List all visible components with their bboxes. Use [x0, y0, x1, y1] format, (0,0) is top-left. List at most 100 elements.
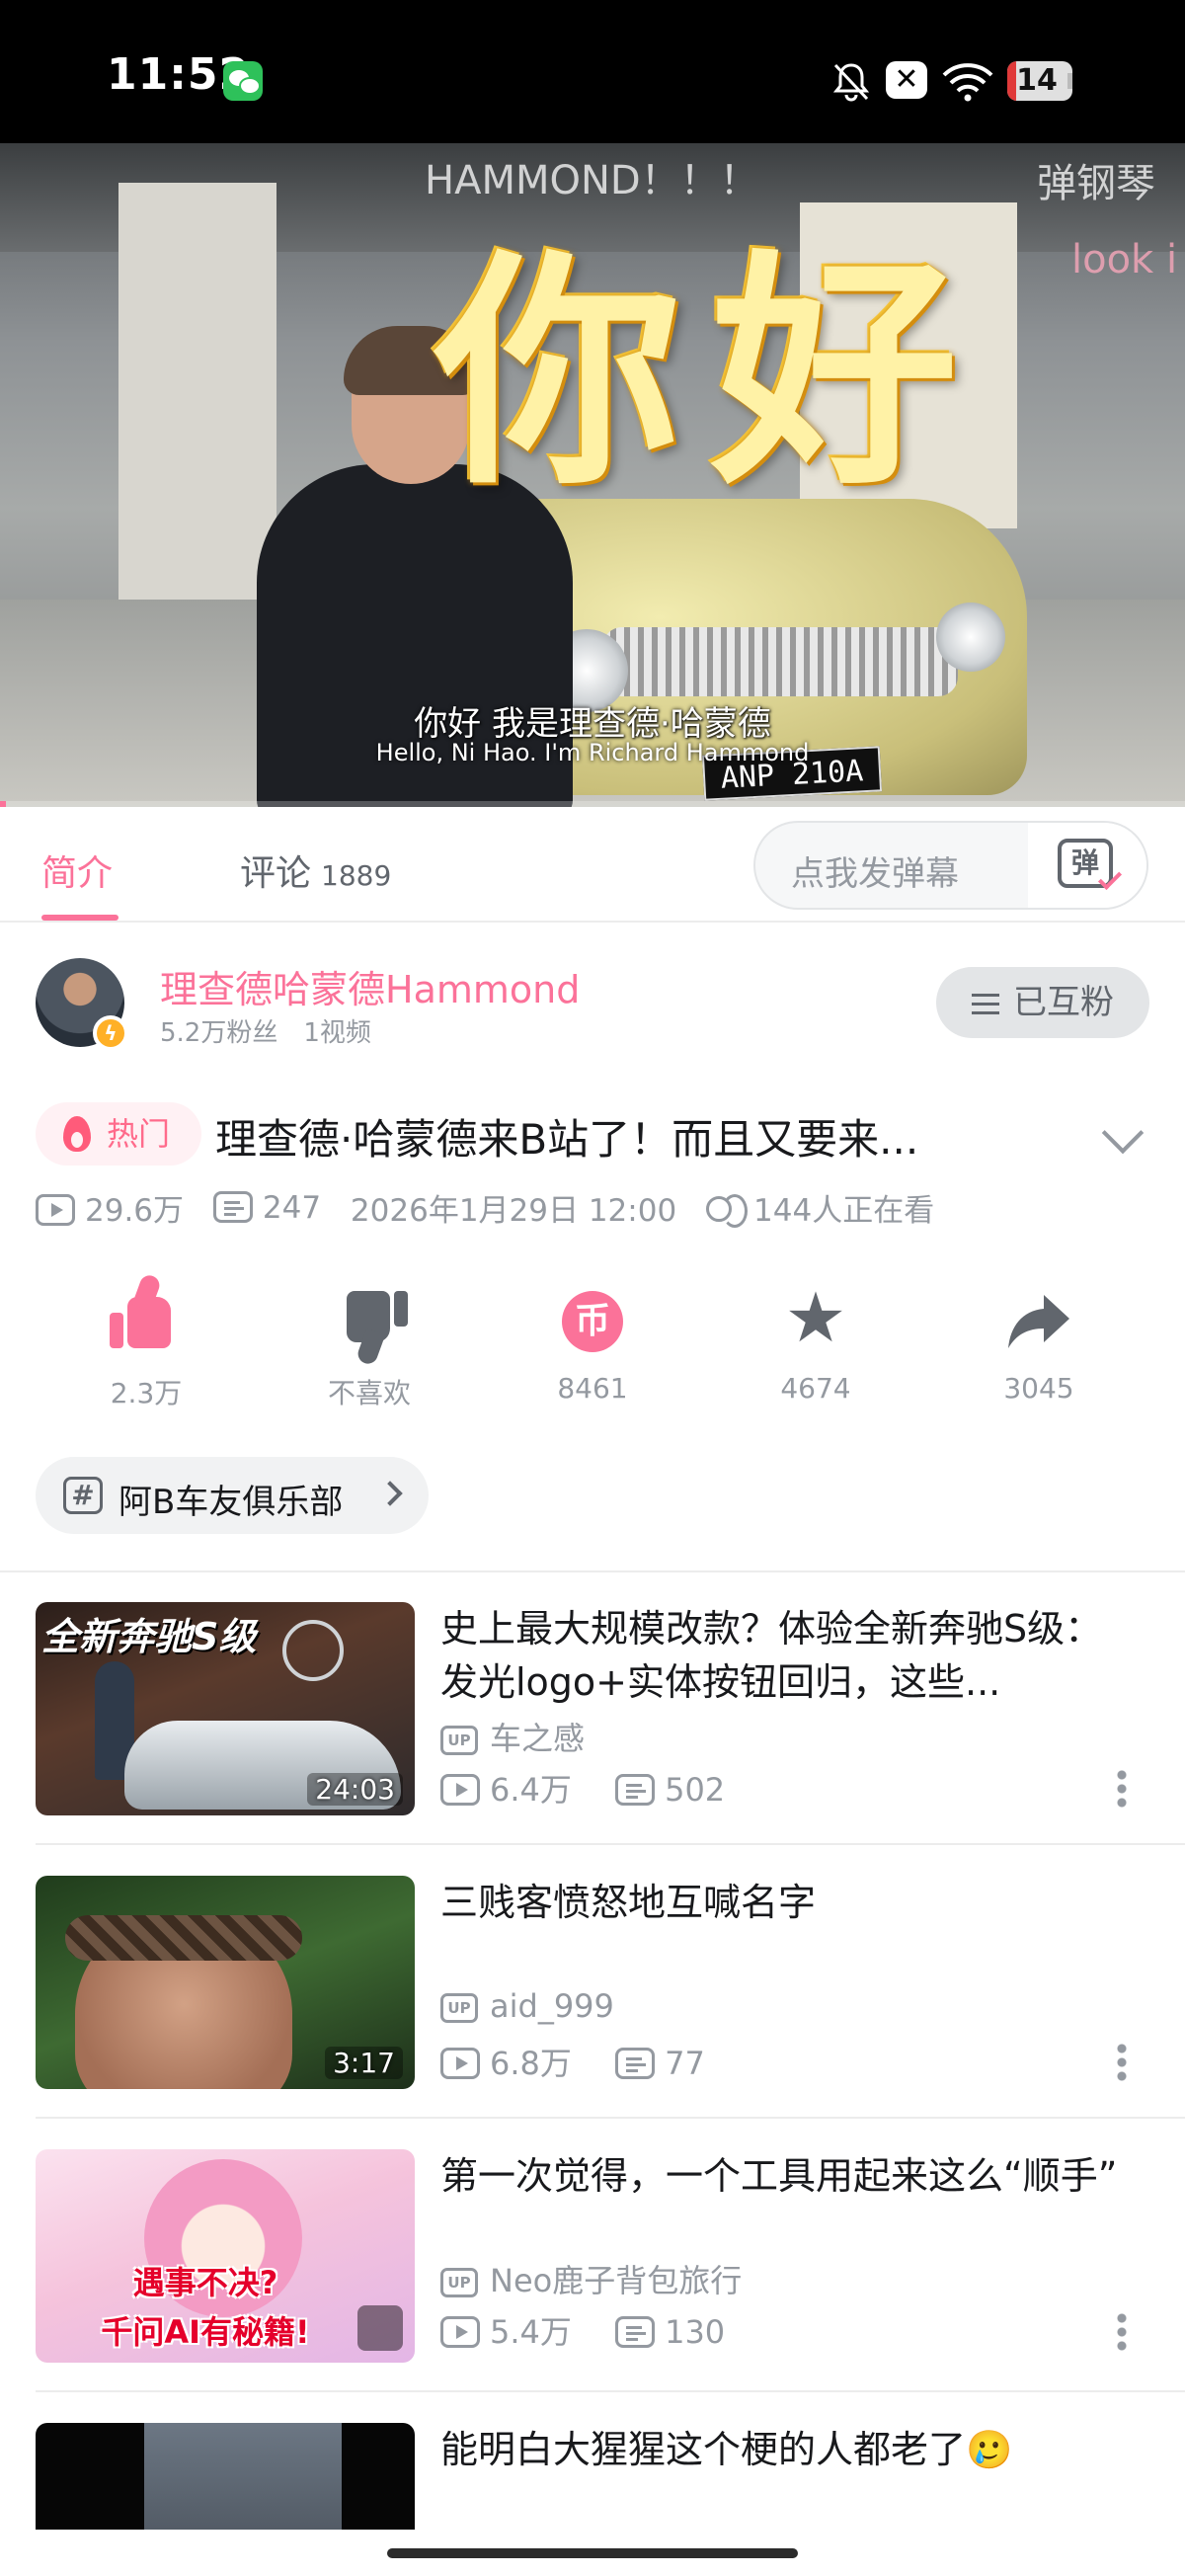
video-title: 理查德·哈蒙德来B站了！而且又要来...	[215, 1115, 919, 1164]
danmaku-item: HAMMOND！！！	[425, 158, 759, 203]
follow-button-label: 已互粉	[1013, 983, 1114, 1022]
subtitle-english: Hello, Ni Hao. I'm Richard Hammond	[375, 739, 810, 766]
related-video-uploader: UP Neo鹿子背包旅行	[440, 2256, 742, 2301]
related-video-stats: 5.4万 130	[440, 2307, 725, 2353]
up-badge-icon: UP	[440, 1726, 478, 1755]
related-video-stats: 6.4万 502	[440, 1765, 725, 1811]
tab-comments-label: 评论	[240, 853, 312, 894]
related-view-count: 5.4万	[490, 2313, 572, 2351]
related-view-count: 6.8万	[490, 2045, 572, 2082]
watching-now-value: 144人正在看	[753, 1193, 935, 1229]
publish-time: 2026年1月29日 12:00	[350, 1193, 677, 1229]
uploader-row: ϟ 理查德哈蒙德Hammond 5.2万粉丝 1视频 已互粉	[0, 943, 1185, 1062]
related-video-title: 能明白大猩猩这个梗的人都老了🥲	[440, 2428, 1013, 2471]
chevron-down-icon[interactable]	[1101, 1111, 1145, 1155]
related-video-card[interactable]: 全新奔驰S级 24:03 史上最大规模改款？体验全新奔驰S级：发光logo+实体…	[0, 1570, 1185, 1845]
coin-button[interactable]: 币 8461	[494, 1279, 691, 1405]
subtitle-chinese: 你好 我是理查德·哈蒙德	[414, 704, 771, 744]
hot-badge-label: 热门	[107, 1115, 171, 1153]
video-frame-headlamp	[936, 603, 1005, 672]
thumbnail-caption: 遇事不决?	[132, 2264, 278, 2301]
uploader-video-count: 1视频	[303, 1018, 371, 1048]
play-count-icon	[440, 2048, 480, 2079]
more-options-icon[interactable]	[1116, 2042, 1128, 2083]
related-video-card[interactable]: 3:17 三贱客愤怒地互喊名字 UP aid_999 6.8万 77	[0, 1844, 1185, 2119]
danmaku-toggle-button[interactable]: 弹	[1028, 823, 1146, 908]
battery-icon: 14	[1007, 61, 1072, 101]
star-icon: ★	[781, 1283, 850, 1356]
related-danmaku-count: 77	[665, 2045, 705, 2082]
share-count: 3045	[1003, 1372, 1074, 1405]
favorite-button[interactable]: ★ 4674	[717, 1279, 914, 1405]
related-video-thumbnail[interactable]: 全新奔驰S级 24:03	[36, 1602, 415, 1815]
danmaku-count-icon	[615, 1774, 656, 1806]
danmaku-input-placeholder: 点我发弹幕	[791, 854, 959, 894]
related-video-uploader: UP 车之感	[440, 1714, 585, 1759]
uploader-followers: 5.2万粉丝	[160, 1018, 278, 1048]
video-meta: 29.6万 247 2026年1月29日 12:00 144人正在看	[36, 1185, 1161, 1231]
watching-now: 144人正在看	[706, 1185, 934, 1230]
like-button[interactable]: 2.3万	[47, 1279, 245, 1411]
hot-badge[interactable]: 热门	[36, 1102, 201, 1166]
danmaku-count: 247	[212, 1189, 322, 1226]
close-box-icon: ✕	[886, 61, 927, 99]
danmaku-input[interactable]: 点我发弹幕 弹	[753, 821, 1148, 910]
related-video-thumbnail[interactable]: 遇事不决? 千问AI有秘籍!	[36, 2149, 415, 2363]
dislike-button[interactable]: 不喜欢	[271, 1279, 468, 1411]
play-count-icon	[36, 1194, 75, 1226]
thumbs-down-icon	[335, 1287, 408, 1356]
danmaku-count-icon	[615, 2316, 656, 2348]
more-options-icon[interactable]	[1116, 2311, 1128, 2353]
share-arrow-icon	[1004, 1287, 1073, 1356]
related-danmaku-count: 502	[665, 1771, 726, 1809]
up-badge-icon: UP	[440, 2268, 478, 2297]
action-bar: 2.3万 不喜欢 币 8461 ★ 4674 3045	[0, 1279, 1185, 1417]
topic-tag-label: 阿B车友俱乐部	[118, 1483, 344, 1522]
uploader-stats: 5.2万粉丝 1视频	[160, 1012, 371, 1049]
related-video-stats: 6.8万 77	[440, 2039, 705, 2084]
tab-active-indicator	[41, 915, 118, 921]
play-count-icon	[440, 1774, 480, 1806]
video-frame-grille	[602, 627, 958, 696]
related-uploader-name: 车之感	[490, 1720, 586, 1757]
ad-marker-icon	[357, 2305, 403, 2351]
menu-lines-icon	[972, 994, 999, 1015]
related-danmaku-count: 130	[665, 2313, 726, 2351]
related-uploader-name: aid_999	[490, 1987, 614, 2025]
share-button[interactable]: 3045	[940, 1279, 1138, 1405]
related-video-thumbnail[interactable]: 3:17	[36, 1876, 415, 2089]
related-video-card[interactable]: 遇事不决? 千问AI有秘籍! 第一次觉得，一个工具用起来这么“顺手” UP Neo…	[0, 2118, 1185, 2392]
tab-intro[interactable]: 简介	[41, 845, 113, 896]
thumbnail-headband	[65, 1915, 302, 1961]
related-video-thumbnail[interactable]	[36, 2423, 415, 2530]
related-video-title: 史上最大规模改款？体验全新奔驰S级：发光logo+实体按钮回归，这些...	[440, 1607, 1103, 1704]
dislike-label: 不喜欢	[327, 1377, 411, 1409]
home-indicator[interactable]	[387, 2548, 798, 2558]
view-count: 29.6万	[36, 1185, 184, 1230]
uploader-name[interactable]: 理查德哈蒙德Hammond	[160, 959, 580, 1013]
lightning-badge-icon: ϟ	[93, 1015, 128, 1051]
coin-glyph: 币	[562, 1291, 623, 1352]
tab-comments[interactable]: 评论 1889	[240, 845, 391, 896]
thumbnail-scene	[144, 2423, 342, 2530]
related-view-count: 6.4万	[490, 1771, 572, 1809]
video-duration: 3:17	[325, 2047, 403, 2079]
favorite-count: 4674	[780, 1372, 851, 1405]
video-player[interactable]: ANP 210A 你好 HAMMOND！！！ 弹钢琴 look i 你好 我是理…	[0, 143, 1185, 807]
related-video-card[interactable]: 能明白大猩猩这个梗的人都老了🥲	[0, 2391, 1185, 2530]
related-video-title: 三贱客愤怒地互喊名字	[440, 1881, 817, 1924]
play-count-icon	[440, 2316, 480, 2348]
more-options-icon[interactable]	[1116, 1768, 1128, 1810]
topic-tag-chip[interactable]: # 阿B车友俱乐部	[36, 1457, 429, 1534]
battery-level: 14	[1016, 63, 1058, 98]
flame-icon	[63, 1116, 91, 1152]
thumbnail-caption: 全新奔驰S级	[41, 1615, 257, 1658]
danmaku-item: look i	[1071, 237, 1178, 282]
video-duration: 24:03	[307, 1773, 403, 1806]
follow-button[interactable]: 已互粉	[936, 967, 1149, 1038]
thumbs-up-icon	[110, 1287, 181, 1356]
danmaku-count-value: 247	[262, 1189, 322, 1226]
view-count-value: 29.6万	[85, 1193, 185, 1229]
tab-comments-count: 1889	[321, 859, 392, 892]
coin-count: 8461	[557, 1372, 628, 1405]
